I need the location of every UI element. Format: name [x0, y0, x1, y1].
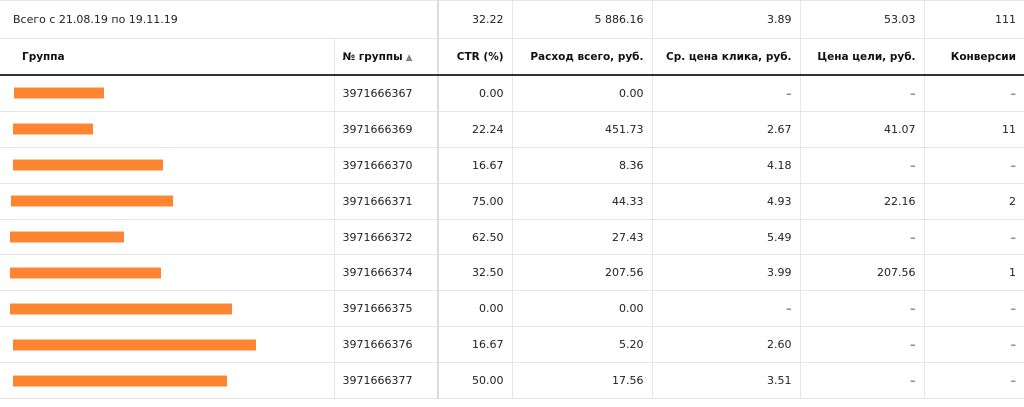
conversions-value: 2 — [924, 183, 1024, 220]
header-ctr[interactable]: CTR (%) — [438, 38, 513, 76]
conversions-value: – — [924, 290, 1024, 328]
cpc-value: 4.93 — [652, 183, 801, 220]
summary-ctr: 32.22 — [438, 0, 513, 39]
summary-goal-cost: 53.03 — [800, 0, 925, 39]
header-goal-cost[interactable]: Цена цели, руб. — [800, 38, 925, 76]
ctr-value: 16.67 — [438, 147, 513, 184]
group-name-cell[interactable] — [0, 75, 335, 112]
goal-cost-value: – — [800, 290, 925, 328]
redaction-bar — [10, 231, 124, 243]
redaction-bar — [13, 123, 93, 135]
conversions-value: – — [924, 219, 1024, 256]
table-row: 3971666374 32.50 207.56 3.99 207.56 1 — [0, 254, 1024, 292]
conversions-value: – — [924, 147, 1024, 184]
redaction-bar — [13, 159, 163, 171]
cpc-value: – — [652, 290, 801, 328]
cost-value: 0.00 — [512, 75, 653, 112]
cpc-value: 2.60 — [652, 326, 801, 364]
cost-value: 17.56 — [512, 362, 653, 400]
redaction-bar — [13, 339, 256, 351]
summary-cost: 5 886.16 — [512, 0, 653, 39]
ctr-value: 50.00 — [438, 362, 513, 400]
summary-cpc: 3.89 — [652, 0, 801, 39]
table-row: 3971666376 16.67 5.20 2.60– – — [0, 326, 1024, 364]
conversions-value: – — [924, 362, 1024, 400]
cost-value: 207.56 — [512, 254, 653, 292]
summary-conversions: 111 — [924, 0, 1024, 39]
group-number: 3971666371 — [334, 183, 440, 220]
ctr-value: 22.24 — [438, 111, 513, 148]
ctr-value: 0.00 — [438, 290, 513, 328]
table-row: 3971666371 75.00 44.33 4.93 22.16 2 — [0, 183, 1024, 220]
group-number: 3971666372 — [334, 219, 440, 256]
conversions-value: 11 — [924, 111, 1024, 148]
table-row: 3971666367 0.00 0.00– – – — [0, 75, 1024, 112]
group-number: 3971666374 — [334, 254, 440, 292]
header-group[interactable]: Группа — [0, 38, 335, 76]
goal-cost-value: – — [800, 147, 925, 184]
cost-value: 8.36 — [512, 147, 653, 184]
goal-cost-value: – — [800, 326, 925, 364]
group-name-cell[interactable] — [0, 111, 335, 148]
redaction-bar — [11, 195, 173, 207]
group-number: 3971666367 — [334, 75, 440, 112]
goal-cost-value: – — [800, 362, 925, 400]
cpc-value: – — [652, 75, 801, 112]
summary-row: Всего с 21.08.19 по 19.11.19 32.22 5 886… — [0, 0, 1024, 39]
group-number: 3971666376 — [334, 326, 440, 364]
redaction-bar — [14, 87, 104, 99]
ctr-value: 32.50 — [438, 254, 513, 292]
cost-value: 27.43 — [512, 219, 653, 256]
cpc-value: 5.49 — [652, 219, 801, 256]
ctr-value: 16.67 — [438, 326, 513, 364]
header-group-num[interactable]: № группы ▲ — [334, 38, 440, 76]
group-name-cell[interactable] — [0, 147, 335, 184]
cpc-value: 2.67 — [652, 111, 801, 148]
header-cpc[interactable]: Ср. цена клика, руб. — [652, 38, 801, 76]
stats-table: Всего с 21.08.19 по 19.11.19 32.22 5 886… — [0, 0, 1024, 400]
table-row: 3971666370 16.67 8.36 4.18– – — [0, 147, 1024, 184]
group-name-cell[interactable] — [0, 254, 335, 292]
group-number: 3971666375 — [334, 290, 440, 328]
goal-cost-value: 22.16 — [800, 183, 925, 220]
group-name-cell[interactable] — [0, 362, 335, 400]
group-name-cell[interactable] — [0, 290, 335, 328]
table-row: 3971666377 50.00 17.56 3.51– – — [0, 362, 1024, 400]
header-conversions[interactable]: Конверсии — [924, 38, 1024, 76]
goal-cost-value: – — [800, 75, 925, 112]
group-number: 3971666377 — [334, 362, 440, 400]
group-name-cell[interactable] — [0, 219, 335, 256]
cost-value: 451.73 — [512, 111, 653, 148]
header-cost[interactable]: Расход всего, руб. — [512, 38, 653, 76]
cost-value: 0.00 — [512, 290, 653, 328]
redaction-bar — [10, 303, 232, 315]
group-name-cell[interactable] — [0, 183, 335, 220]
cpc-value: 3.51 — [652, 362, 801, 400]
redaction-bar — [10, 267, 161, 279]
conversions-value: 1 — [924, 254, 1024, 292]
ctr-value: 0.00 — [438, 75, 513, 112]
table-row: 3971666369 22.24 451.73 2.67 41.07 11 — [0, 111, 1024, 148]
goal-cost-value: 207.56 — [800, 254, 925, 292]
table-row: 3971666372 62.50 27.43 5.49– – — [0, 219, 1024, 256]
cpc-value: 3.99 — [652, 254, 801, 292]
cost-value: 44.33 — [512, 183, 653, 220]
goal-cost-value: – — [800, 219, 925, 256]
sort-ascending-icon[interactable]: ▲ — [406, 53, 413, 63]
summary-period: Всего с 21.08.19 по 19.11.19 — [0, 0, 440, 39]
header-row: Группа № группы ▲ CTR (%) Расход всего, р… — [0, 38, 1024, 76]
redaction-bar — [13, 375, 227, 387]
group-name-cell[interactable] — [0, 326, 335, 364]
conversions-value: – — [924, 326, 1024, 364]
ctr-value: 62.50 — [438, 219, 513, 256]
cost-value: 5.20 — [512, 326, 653, 364]
cpc-value: 4.18 — [652, 147, 801, 184]
group-number: 3971666369 — [334, 111, 440, 148]
group-number: 3971666370 — [334, 147, 440, 184]
goal-cost-value: 41.07 — [800, 111, 925, 148]
conversions-value: – — [924, 75, 1024, 112]
ctr-value: 75.00 — [438, 183, 513, 220]
header-group-num-label: № группы — [342, 50, 403, 63]
table-row: 3971666375 0.00 0.00– – – — [0, 290, 1024, 328]
